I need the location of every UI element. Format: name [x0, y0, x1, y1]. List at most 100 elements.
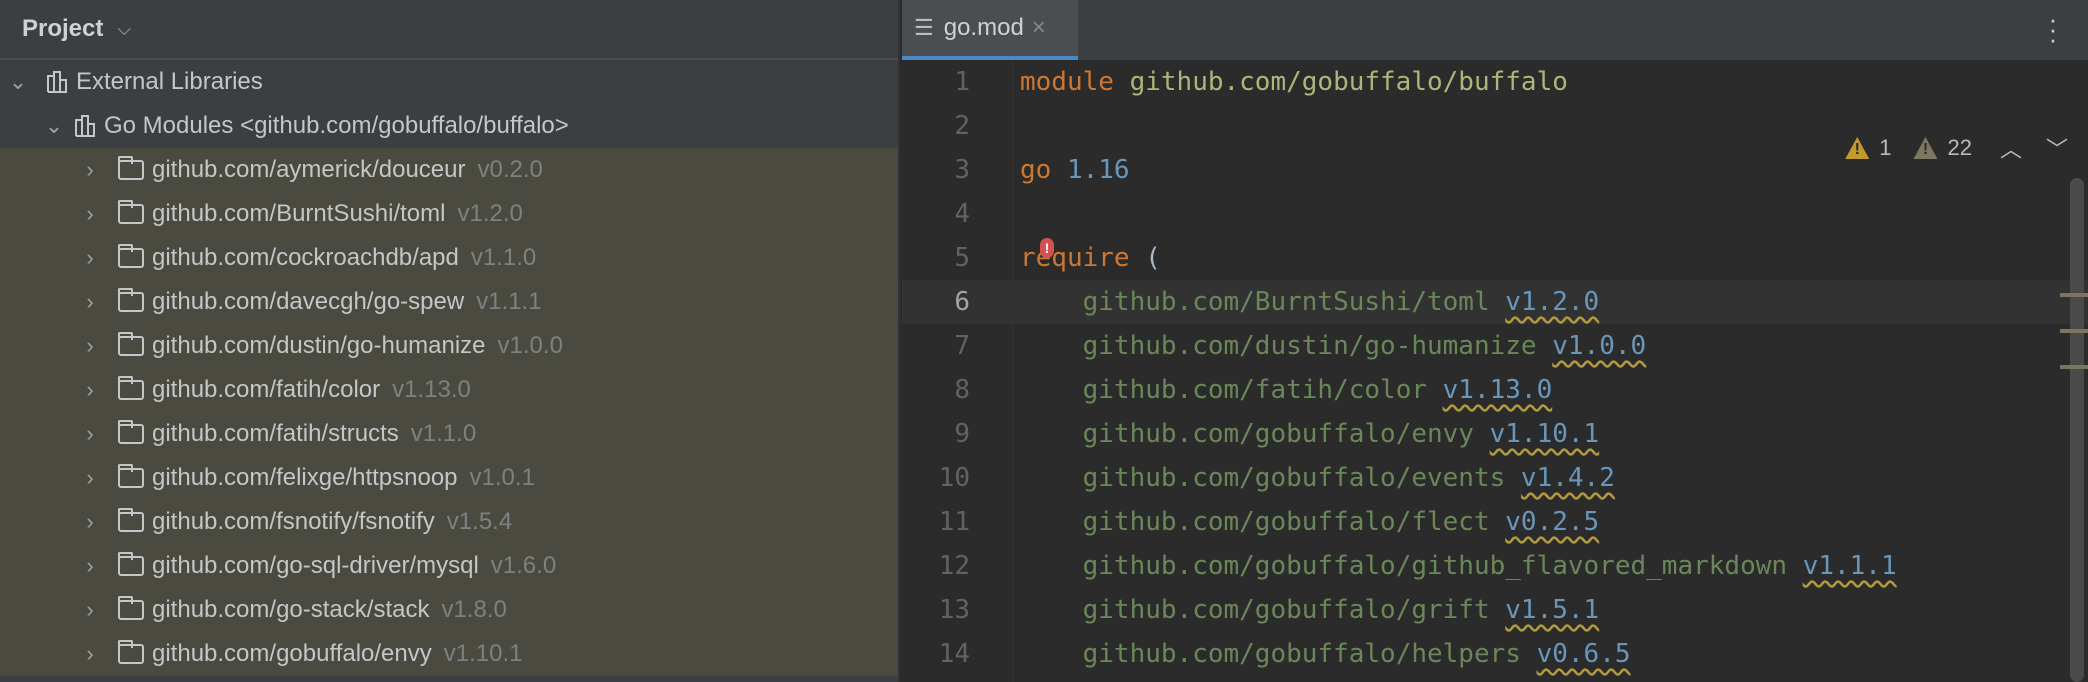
line-number: 8	[954, 375, 970, 405]
code-line: 6 github.com/BurntSushi/toml v1.2.0	[902, 280, 2088, 324]
library-name: github.com/fsnotify/fsnotify	[152, 508, 435, 535]
tree-label: External Libraries	[76, 68, 263, 95]
require-path: github.com/gobuffalo/events	[1082, 463, 1506, 493]
line-number: 10	[938, 463, 970, 493]
code-line: 10 github.com/gobuffalo/events v1.4.2	[902, 456, 2088, 500]
chevron-down-icon[interactable]: ⌄	[8, 69, 28, 95]
chevron-right-icon[interactable]: ›	[80, 377, 100, 403]
tree-library-item[interactable]: › github.com/cockroachdb/apd v1.1.0	[0, 236, 898, 280]
chevron-right-icon[interactable]: ›	[80, 553, 100, 579]
chevron-right-icon[interactable]: ›	[80, 641, 100, 667]
folder-icon	[118, 244, 144, 268]
tree-library-item[interactable]: › github.com/gobuffalo/envy v1.10.1	[0, 632, 898, 676]
chevron-right-icon[interactable]: ›	[80, 201, 100, 227]
line-number: 14	[938, 639, 970, 669]
folder-icon	[118, 552, 144, 576]
folder-icon	[118, 464, 144, 488]
tree-library-item[interactable]: › github.com/felixge/httpsnoop v1.0.1	[0, 456, 898, 500]
line-number: 3	[954, 155, 970, 185]
require-path: github.com/BurntSushi/toml	[1082, 287, 1490, 317]
require-path: github.com/gobuffalo/envy	[1082, 419, 1474, 449]
tab-label: go.mod	[943, 14, 1024, 41]
require-path: github.com/gobuffalo/github_flavored_mar…	[1082, 551, 1788, 581]
tree-library-item[interactable]: › github.com/dustin/go-humanize v1.0.0	[0, 324, 898, 368]
library-name: github.com/BurntSushi/toml	[152, 200, 446, 227]
library-name: github.com/fatih/structs	[152, 420, 399, 447]
chevron-right-icon[interactable]: ›	[80, 509, 100, 535]
require-version: v1.5.1	[1505, 595, 1600, 625]
library-version: v1.6.0	[490, 552, 557, 579]
require-path: github.com/gobuffalo/helpers	[1082, 639, 1521, 669]
chevron-right-icon[interactable]: ›	[80, 157, 100, 183]
tree-go-modules[interactable]: ⌄ Go Modules <github.com/gobuffalo/buffa…	[0, 104, 898, 148]
library-name: github.com/davecgh/go-spew	[152, 288, 465, 315]
tree-library-item[interactable]: › github.com/go-sql-driver/mysql v1.6.0	[0, 544, 898, 588]
tree-library-item[interactable]: › github.com/fatih/color v1.13.0	[0, 368, 898, 412]
tree-library-item[interactable]: › github.com/fatih/structs v1.1.0	[0, 412, 898, 456]
warning-stripe[interactable]	[2060, 293, 2088, 297]
tree-library-item[interactable]: › github.com/aymerick/douceur v0.2.0	[0, 148, 898, 192]
paren: (	[1145, 243, 1161, 273]
require-path: github.com/fatih/color	[1082, 375, 1427, 405]
inspection-widget[interactable]: ! 1 ! 22 ︿ ﹀	[1845, 132, 2068, 164]
require-path: github.com/gobuffalo/flect	[1082, 507, 1490, 537]
require-version: v1.4.2	[1520, 463, 1615, 493]
tree-library-item[interactable]: › github.com/go-stack/stack v1.8.0	[0, 588, 898, 632]
tab-bar: ☰ go.mod × · · ·	[902, 0, 2088, 60]
require-version: v0.2.5	[1505, 507, 1600, 537]
tree-external-libraries[interactable]: ⌄ External Libraries	[0, 60, 898, 104]
tree-library-item[interactable]: › github.com/BurntSushi/toml v1.2.0	[0, 192, 898, 236]
require-version: v1.1.1	[1802, 551, 1897, 581]
library-name: github.com/gobuffalo/envy	[152, 640, 432, 667]
code-line: 5 require (	[902, 236, 2088, 280]
chevron-down-icon[interactable]: ⌵	[117, 19, 131, 40]
require-version: v0.6.5	[1536, 639, 1631, 669]
chevron-right-icon[interactable]: ›	[80, 333, 100, 359]
chevron-right-icon[interactable]: ›	[80, 421, 100, 447]
folder-icon	[118, 200, 144, 224]
chevron-right-icon[interactable]: ›	[80, 245, 100, 271]
line-number: 13	[938, 595, 970, 625]
library-name: github.com/go-stack/stack	[152, 596, 430, 623]
tree-library-item[interactable]: › github.com/fsnotify/fsnotify v1.5.4	[0, 500, 898, 544]
code-line: 4	[902, 192, 2088, 236]
require-version: v1.10.1	[1489, 419, 1600, 449]
line-number: 6	[954, 287, 970, 317]
module-path: github.com/gobuffalo/buffalo	[1129, 67, 1568, 97]
close-icon[interactable]: ×	[1032, 14, 1046, 42]
library-name: github.com/aymerick/douceur	[152, 156, 466, 183]
previous-highlight-icon[interactable]: ︿	[2000, 132, 2022, 164]
tree-library-item[interactable]: › github.com/davecgh/go-spew v1.1.1	[0, 280, 898, 324]
folder-icon	[118, 508, 144, 532]
library-icon	[75, 115, 95, 137]
folder-icon	[118, 640, 144, 664]
chevron-right-icon[interactable]: ›	[80, 465, 100, 491]
project-header[interactable]: Project ⌵	[0, 0, 898, 60]
error-icon[interactable]: !	[1040, 238, 1054, 258]
warning-stripe[interactable]	[2060, 365, 2088, 369]
scrollbar[interactable]	[2070, 178, 2084, 682]
library-version: v1.0.0	[497, 332, 563, 359]
code-editor[interactable]: 1 module github.com/gobuffalo/buffalo 2 3 go…	[902, 60, 2088, 682]
require-path: github.com/gobuffalo/grift	[1082, 595, 1490, 625]
code-line: 13 github.com/gobuffalo/grift v1.5.1	[902, 588, 2088, 632]
library-name: github.com/cockroachdb/apd	[152, 244, 459, 271]
require-version: v1.0.0	[1552, 331, 1647, 361]
folder-icon	[118, 156, 144, 180]
folder-icon	[118, 288, 144, 312]
more-options-icon[interactable]: · · ·	[2048, 6, 2058, 52]
line-number: 2	[954, 111, 970, 141]
code-line: 14 github.com/gobuffalo/helpers v0.6.5	[902, 632, 2088, 676]
chevron-down-icon[interactable]: ⌄	[44, 113, 64, 139]
tab-go-mod[interactable]: ☰ go.mod ×	[902, 0, 1078, 60]
warning-stripe[interactable]	[2060, 329, 2088, 333]
line-number: 12	[938, 551, 970, 581]
next-highlight-icon[interactable]: ﹀	[2046, 132, 2068, 164]
keyword: require	[1020, 243, 1130, 273]
chevron-right-icon[interactable]: ›	[80, 289, 100, 315]
line-number: 11	[938, 507, 970, 537]
chevron-right-icon[interactable]: ›	[80, 597, 100, 623]
library-name: github.com/felixge/httpsnoop	[152, 464, 458, 491]
library-name: github.com/dustin/go-humanize	[152, 332, 486, 359]
keyword: module	[1020, 67, 1114, 97]
